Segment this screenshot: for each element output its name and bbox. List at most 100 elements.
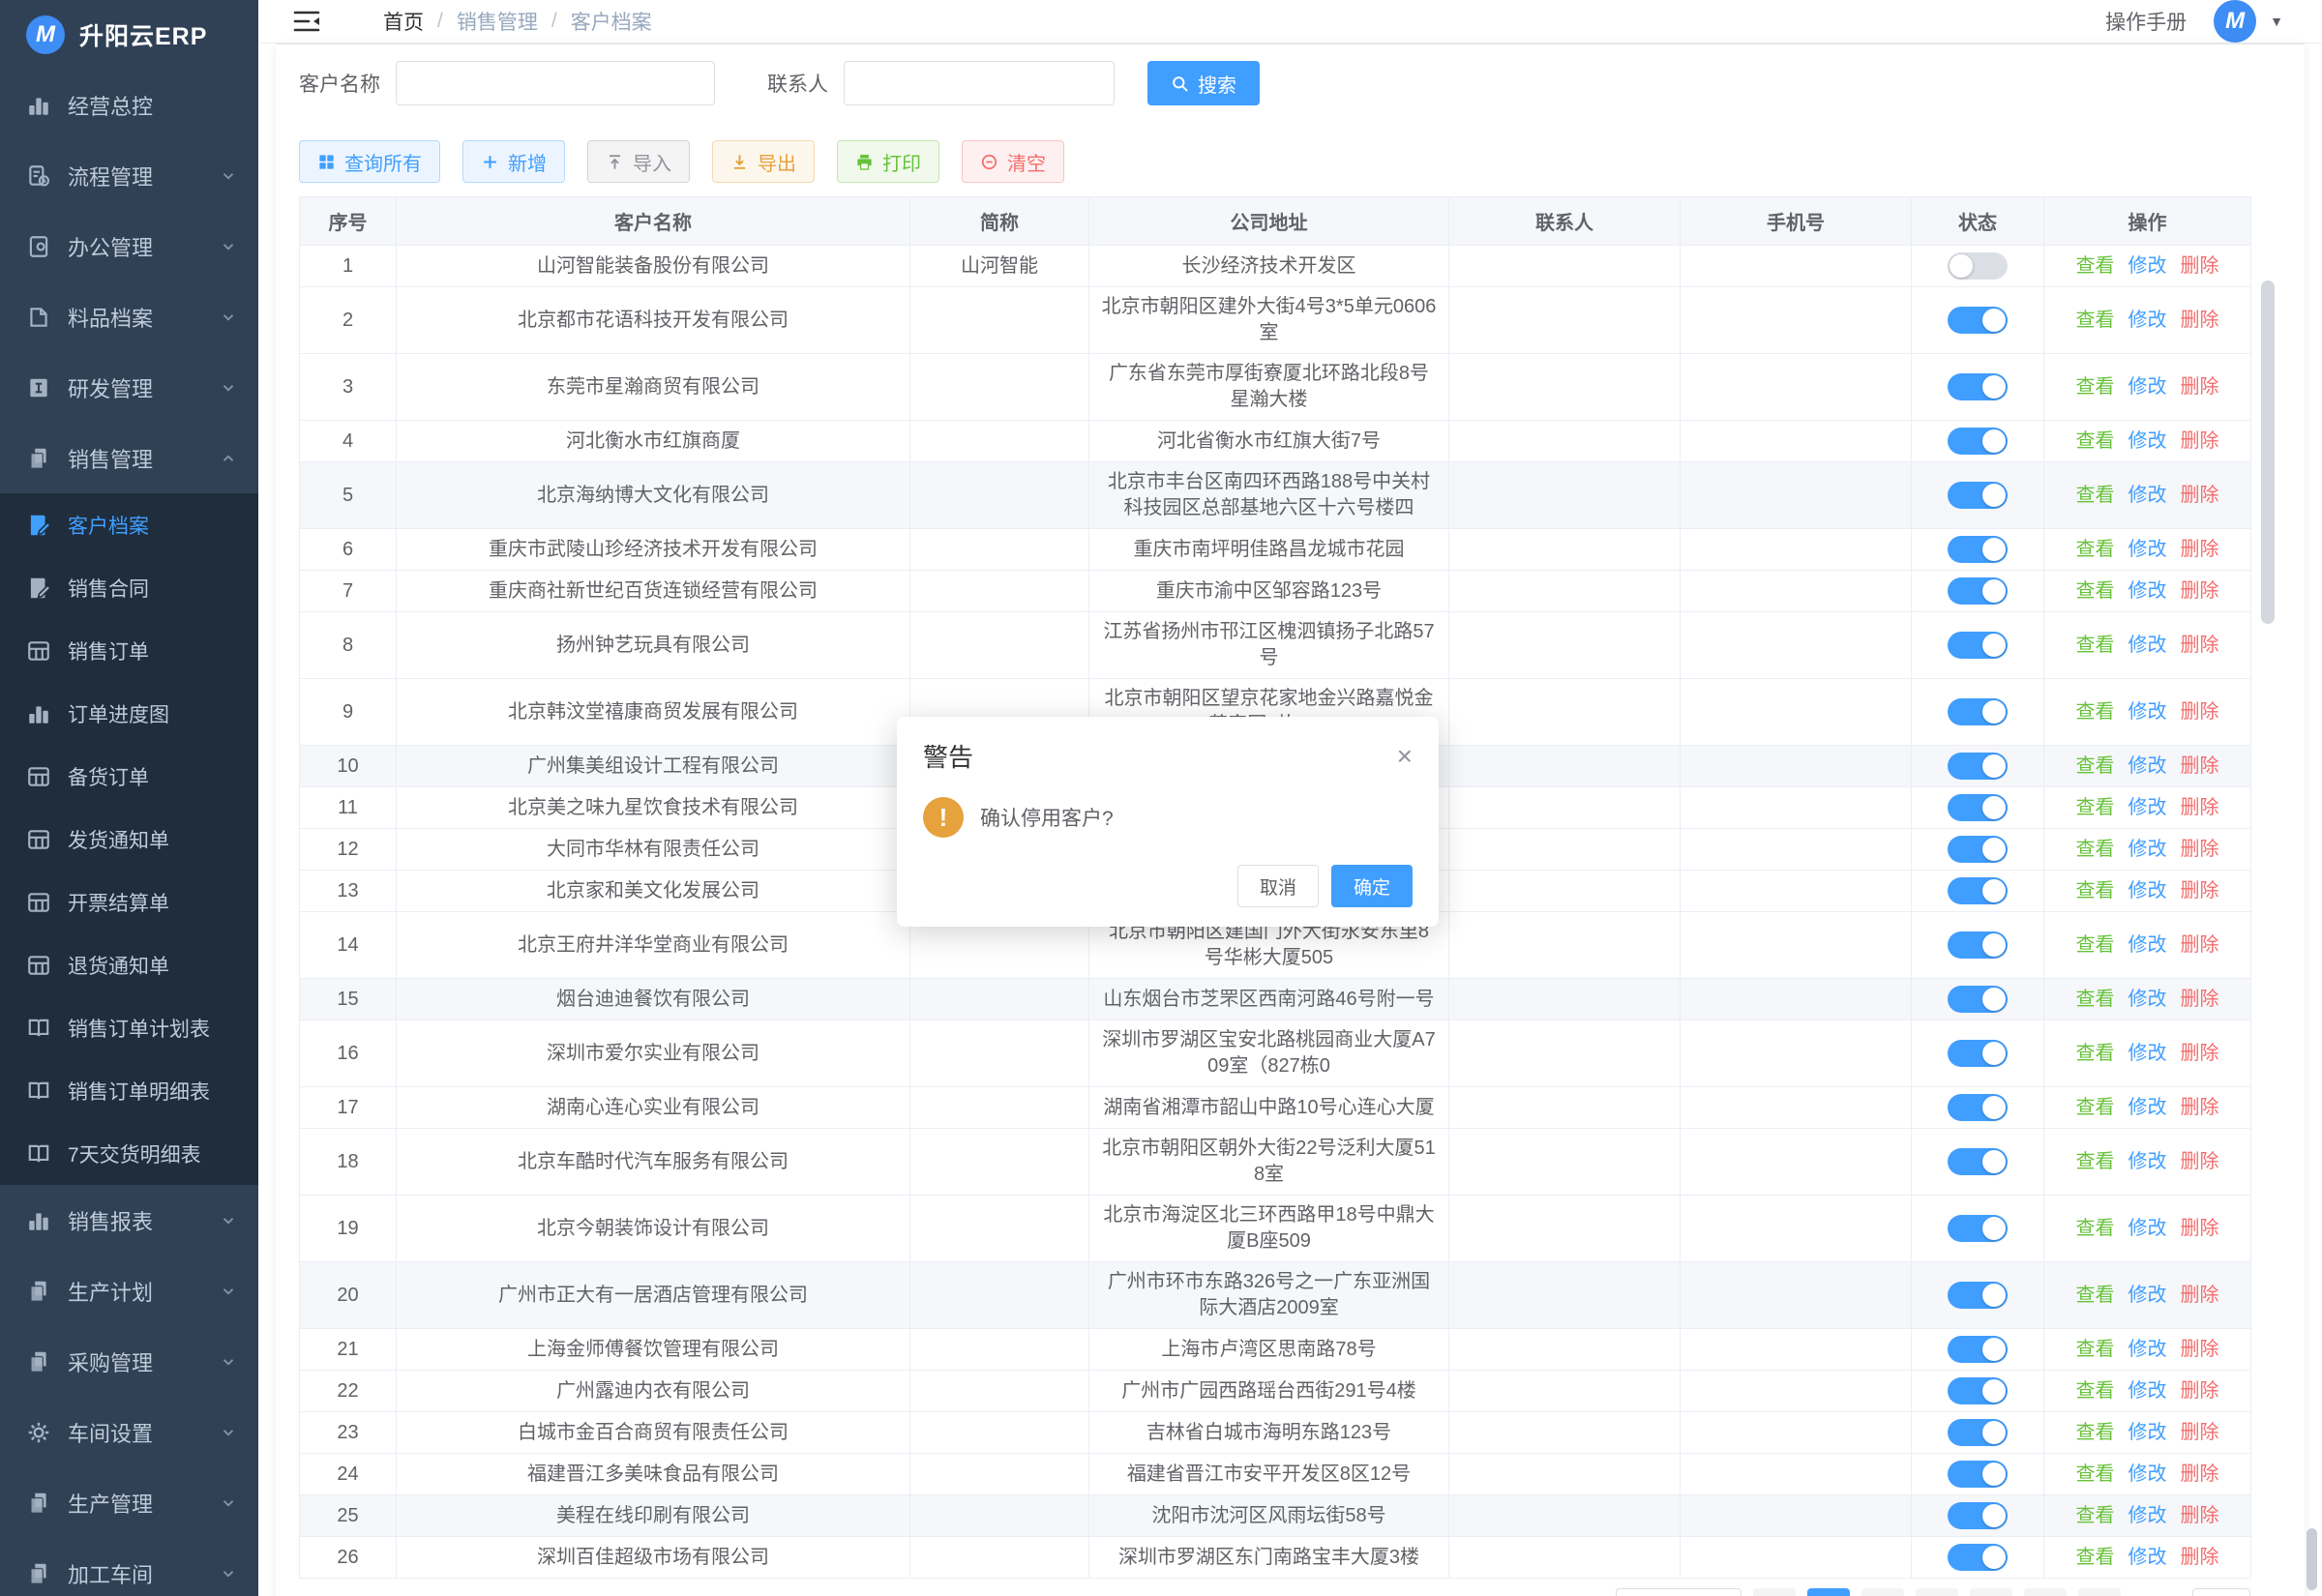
sidebar-item-15[interactable]: 销售订单明细表 [0, 1059, 258, 1122]
page-button-4[interactable]: 4 [1970, 1588, 2012, 1596]
status-toggle[interactable] [1948, 877, 2008, 904]
delete-link[interactable]: 删除 [2181, 1380, 2219, 1402]
sidebar-item-11[interactable]: 发货通知单 [0, 808, 258, 871]
sidebar-item-2[interactable]: 办公管理 [0, 211, 258, 281]
delete-link[interactable]: 删除 [2181, 1339, 2219, 1360]
next-page-button[interactable] [2078, 1588, 2121, 1596]
status-toggle[interactable] [1948, 753, 2008, 780]
edit-link[interactable]: 修改 [2128, 1339, 2167, 1360]
edit-link[interactable]: 修改 [2128, 934, 2167, 956]
view-link[interactable]: 查看 [2076, 989, 2115, 1010]
status-toggle[interactable] [1948, 428, 2008, 455]
edit-link[interactable]: 修改 [2128, 635, 2167, 656]
cancel-button[interactable]: 取消 [1237, 865, 1319, 907]
delete-link[interactable]: 删除 [2181, 580, 2219, 602]
delete-link[interactable]: 删除 [2181, 255, 2219, 277]
edit-link[interactable]: 修改 [2128, 255, 2167, 277]
status-toggle[interactable] [1948, 1282, 2008, 1309]
edit-link[interactable]: 修改 [2128, 310, 2167, 331]
status-toggle[interactable] [1948, 1336, 2008, 1363]
sidebar-item-3[interactable]: 料品档案 [0, 281, 258, 352]
edit-link[interactable]: 修改 [2128, 880, 2167, 901]
view-link[interactable]: 查看 [2076, 1151, 2115, 1172]
breadcrumb-sales[interactable]: 销售管理 [457, 7, 538, 36]
edit-link[interactable]: 修改 [2128, 755, 2167, 777]
status-toggle[interactable] [1948, 577, 2008, 605]
delete-link[interactable]: 删除 [2181, 310, 2219, 331]
delete-link[interactable]: 删除 [2181, 839, 2219, 860]
edit-link[interactable]: 修改 [2128, 1218, 2167, 1239]
page-button-2[interactable]: 2 [1861, 1588, 1904, 1596]
view-link[interactable]: 查看 [2076, 430, 2115, 452]
customer-name-input[interactable] [396, 61, 715, 105]
view-link[interactable]: 查看 [2076, 1097, 2115, 1118]
view-link[interactable]: 查看 [2076, 755, 2115, 777]
status-toggle[interactable] [1948, 1377, 2008, 1404]
view-link[interactable]: 查看 [2076, 880, 2115, 901]
avatar[interactable]: M [2214, 0, 2256, 43]
delete-link[interactable]: 删除 [2181, 1151, 2219, 1172]
view-link[interactable]: 查看 [2076, 1380, 2115, 1402]
confirm-button[interactable]: 确定 [1331, 865, 1413, 907]
view-link[interactable]: 查看 [2076, 1547, 2115, 1568]
toolbar-button-5[interactable]: 清空 [962, 140, 1064, 183]
delete-link[interactable]: 删除 [2181, 1285, 2219, 1306]
sidebar-item-9[interactable]: 订单进度图 [0, 682, 258, 745]
sidebar-item-14[interactable]: 销售订单计划表 [0, 996, 258, 1059]
edit-link[interactable]: 修改 [2128, 485, 2167, 506]
sidebar-item-19[interactable]: 采购管理 [0, 1326, 258, 1397]
view-link[interactable]: 查看 [2076, 376, 2115, 398]
sidebar-item-17[interactable]: 销售报表 [0, 1185, 258, 1256]
edit-link[interactable]: 修改 [2128, 539, 2167, 560]
sidebar-item-8[interactable]: 销售订单 [0, 619, 258, 682]
delete-link[interactable]: 删除 [2181, 1547, 2219, 1568]
table-scrollbar-thumb[interactable] [2261, 281, 2275, 624]
status-toggle[interactable] [1948, 1094, 2008, 1121]
page-button-3[interactable]: 3 [1916, 1588, 1958, 1596]
edit-link[interactable]: 修改 [2128, 839, 2167, 860]
view-link[interactable]: 查看 [2076, 1043, 2115, 1064]
delete-link[interactable]: 删除 [2181, 701, 2219, 723]
edit-link[interactable]: 修改 [2128, 989, 2167, 1010]
view-link[interactable]: 查看 [2076, 580, 2115, 602]
edit-link[interactable]: 修改 [2128, 1043, 2167, 1064]
close-icon[interactable]: × [1397, 743, 1413, 770]
edit-link[interactable]: 修改 [2128, 701, 2167, 723]
sidebar-item-16[interactable]: 7天交货明细表 [0, 1122, 258, 1185]
sidebar-item-12[interactable]: 开票结算单 [0, 871, 258, 933]
delete-link[interactable]: 删除 [2181, 539, 2219, 560]
sidebar-item-1[interactable]: 流程管理 [0, 140, 258, 211]
status-toggle[interactable] [1948, 986, 2008, 1013]
page-button-1[interactable]: 1 [1807, 1588, 1850, 1596]
edit-link[interactable]: 修改 [2128, 797, 2167, 818]
sidebar-item-10[interactable]: 备货订单 [0, 745, 258, 808]
prev-page-button[interactable] [1753, 1588, 1796, 1596]
delete-link[interactable]: 删除 [2181, 485, 2219, 506]
status-toggle[interactable] [1948, 1148, 2008, 1175]
delete-link[interactable]: 删除 [2181, 376, 2219, 398]
view-link[interactable]: 查看 [2076, 1422, 2115, 1443]
status-toggle[interactable] [1948, 1215, 2008, 1242]
view-link[interactable]: 查看 [2076, 1218, 2115, 1239]
view-link[interactable]: 查看 [2076, 1505, 2115, 1526]
chevron-down-icon[interactable]: ▼ [2270, 14, 2283, 29]
toolbar-button-0[interactable]: 查询所有 [299, 140, 440, 183]
delete-link[interactable]: 删除 [2181, 880, 2219, 901]
view-link[interactable]: 查看 [2076, 539, 2115, 560]
delete-link[interactable]: 删除 [2181, 1218, 2219, 1239]
sidebar-item-20[interactable]: 车间设置 [0, 1397, 258, 1467]
page-scrollbar-thumb[interactable] [2307, 1528, 2317, 1590]
status-toggle[interactable] [1948, 1544, 2008, 1571]
status-toggle[interactable] [1948, 536, 2008, 563]
view-link[interactable]: 查看 [2076, 1285, 2115, 1306]
sidebar-item-13[interactable]: 退货通知单 [0, 933, 258, 996]
sidebar-item-5[interactable]: 销售管理 [0, 423, 258, 493]
edit-link[interactable]: 修改 [2128, 376, 2167, 398]
status-toggle[interactable] [1948, 252, 2008, 280]
status-toggle[interactable] [1948, 1461, 2008, 1488]
toolbar-button-1[interactable]: 新增 [462, 140, 565, 183]
delete-link[interactable]: 删除 [2181, 934, 2219, 956]
goto-page-input[interactable] [2192, 1588, 2250, 1596]
delete-link[interactable]: 删除 [2181, 430, 2219, 452]
delete-link[interactable]: 删除 [2181, 989, 2219, 1010]
